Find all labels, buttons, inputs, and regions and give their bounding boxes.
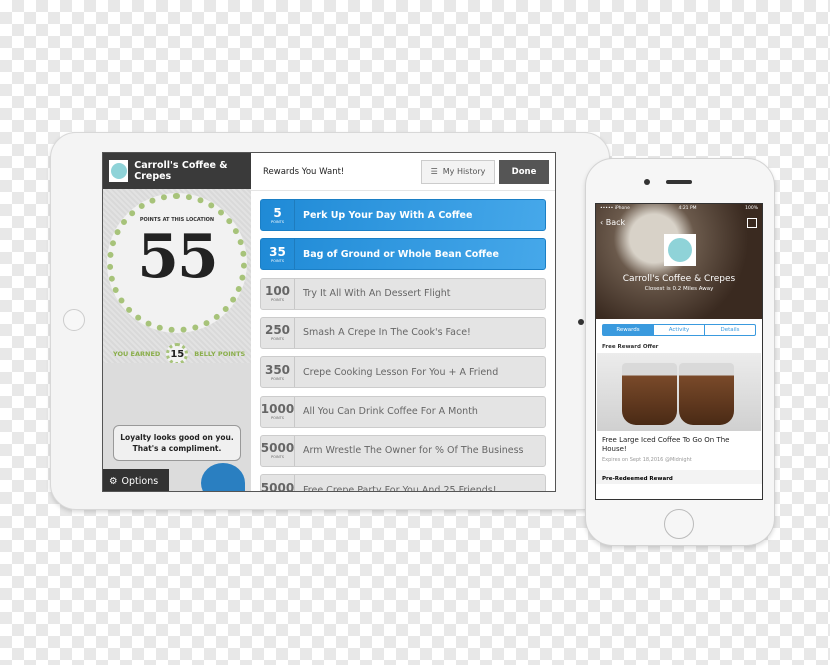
reward-points: 5000POINTS [260, 475, 295, 492]
points-unit: POINTS [271, 298, 284, 303]
store-logo [664, 234, 696, 266]
reward-name: Smash A Crepe In The Cook's Face! [303, 327, 471, 339]
scan-icon[interactable] [747, 218, 757, 228]
speech-bubble: Loyalty looks good on you. That's a comp… [113, 425, 241, 461]
reward-row[interactable]: 100 POINTS Try It All With An Dessert Flig… [260, 277, 546, 310]
store-hero: ••••• iPhone 4:21 PM 100% ‹ Back Carroll… [596, 204, 762, 319]
tablet-home-button[interactable] [63, 309, 85, 331]
closest-distance: Closest is 0.2 Miles Away [644, 286, 714, 292]
time: 4:21 PM [678, 206, 697, 211]
points-badge: POINTS AT THIS LOCATION 55 [107, 193, 247, 333]
points-unit: POINTS [271, 416, 284, 420]
earned-value: 15 [166, 343, 189, 365]
reward-points: 100 POINTS [261, 278, 295, 309]
reward-points: 35 POINTS [261, 239, 295, 270]
segmented-tabs: Rewards Activity Details [602, 324, 756, 336]
carrier: ••••• iPhone [600, 206, 630, 211]
tablet-camera [578, 319, 584, 325]
points-value: 1000 [260, 402, 295, 416]
reward-row[interactable]: 350 POINTS Crepe Cooking Lesson For You + … [260, 356, 546, 389]
bird-mascot-icon [201, 463, 245, 491]
offer-expiry: Expires on Sept 18,2016 @Midnight [602, 457, 692, 463]
phone-speaker [666, 180, 692, 184]
history-label: My History [442, 167, 486, 176]
done-button[interactable]: Done [499, 159, 549, 184]
points-panel: Carroll's Coffee & Crepes POINTS AT THIS… [103, 153, 251, 491]
store-name: Carroll's Coffee & Crepes [134, 160, 228, 182]
reward-name: Free Crepe Party For You And 25 Friends! [303, 484, 497, 492]
reward-row[interactable]: 250 POINTS Smash A Crepe In The Cook's Fac… [260, 316, 546, 349]
earned-prefix: YOU EARNED [113, 350, 161, 358]
points-unit: POINTS [271, 219, 284, 224]
reward-name: Try It All With An Dessert Flight [303, 288, 451, 300]
phone-screen: ••••• iPhone 4:21 PM 100% ‹ Back Carroll… [595, 203, 763, 500]
offer-title[interactable]: Free Large Iced Coffee To Go On The Hous… [596, 431, 762, 454]
back-label: Back [605, 218, 626, 227]
back-button[interactable]: ‹ Back [600, 218, 625, 227]
earned-points: YOU EARNED 15 BELLY POINTS [113, 343, 245, 365]
section-title: Free Reward Offer [602, 344, 659, 350]
points-unit: POINTS [271, 376, 284, 381]
points-value: 55 [137, 222, 219, 292]
tab-details[interactable]: Details [705, 325, 755, 335]
my-history-button[interactable]: ☰ My History [421, 159, 495, 184]
reward-points: 5 POINTS [261, 200, 295, 230]
phone-camera [644, 179, 650, 185]
reward-points: 5000POINTS [260, 435, 295, 466]
battery: 100% [745, 206, 758, 211]
rewards-title: Rewards You Want! [263, 166, 345, 177]
points-value: 35 [269, 244, 286, 259]
points-value: 250 [264, 323, 291, 338]
store-header: Carroll's Coffee & Crepes [103, 153, 251, 189]
options-button[interactable]: ⚙ Options [103, 469, 169, 491]
reward-points: 250 POINTS [261, 317, 295, 348]
reward-points: 1000 POINTS [260, 396, 295, 427]
store-logo [109, 160, 129, 182]
earned-suffix: BELLY POINTS [194, 350, 246, 358]
points-value: 350 [264, 362, 291, 377]
tablet-screen: Carroll's Coffee & Crepes POINTS AT THIS… [102, 152, 556, 492]
bubble-line: That's a compliment. [132, 444, 222, 453]
reward-row[interactable]: 5 POINTS Perk Up Your Day With A Coffee [260, 199, 546, 231]
points-unit: POINTS [271, 337, 284, 342]
iced-coffee-image [597, 353, 761, 431]
gear-icon: ⚙ [109, 475, 118, 487]
points-unit: POINTS [271, 455, 284, 460]
reward-name: Perk Up Your Day With A Coffee [303, 209, 473, 221]
tab-rewards[interactable]: Rewards [603, 325, 654, 335]
reward-points: 350 POINTS [261, 357, 295, 388]
reward-row[interactable]: 5000 POINTS Arm Wrestle The Owner for % Of… [260, 434, 546, 467]
points-value: 100 [264, 284, 291, 299]
reward-row[interactable]: 35 POINTS Bag of Ground or Whole Bean Coff… [260, 238, 546, 271]
options-label: Options [121, 475, 159, 487]
reward-name: Bag of Ground or Whole Bean Coffee [303, 248, 499, 260]
rewards-header: Rewards You Want! ☰ My History Done [251, 153, 555, 191]
points-value: 5000 [260, 480, 295, 492]
reward-name: All You Can Drink Coffee For A Month [303, 406, 478, 417]
points-value: 5000 [260, 441, 295, 456]
reward-name: Crepe Cooking Lesson For You + A Friend [303, 366, 499, 378]
bubble-line: Loyalty looks good on you. [120, 433, 234, 442]
reward-row[interactable]: 1000 POINTS All You Can Drink Coffee For A… [260, 395, 546, 428]
phone-home-button[interactable] [664, 509, 694, 539]
points-unit: POINTS [271, 258, 284, 263]
store-name: Carroll's Coffee & Crepes [622, 274, 736, 284]
status-bar: ••••• iPhone 4:21 PM 100% [596, 204, 762, 213]
tab-activity[interactable]: Activity [654, 325, 705, 335]
reward-row[interactable]: 5000POINTS Free Crepe Party For You And 2… [260, 474, 546, 492]
section-title: Pre-Redeemed Reward [596, 470, 762, 484]
reward-name: Arm Wrestle The Owner for % Of The Busin… [303, 445, 524, 457]
menu-icon: ☰ [430, 167, 438, 176]
points-value: 5 [273, 205, 282, 220]
